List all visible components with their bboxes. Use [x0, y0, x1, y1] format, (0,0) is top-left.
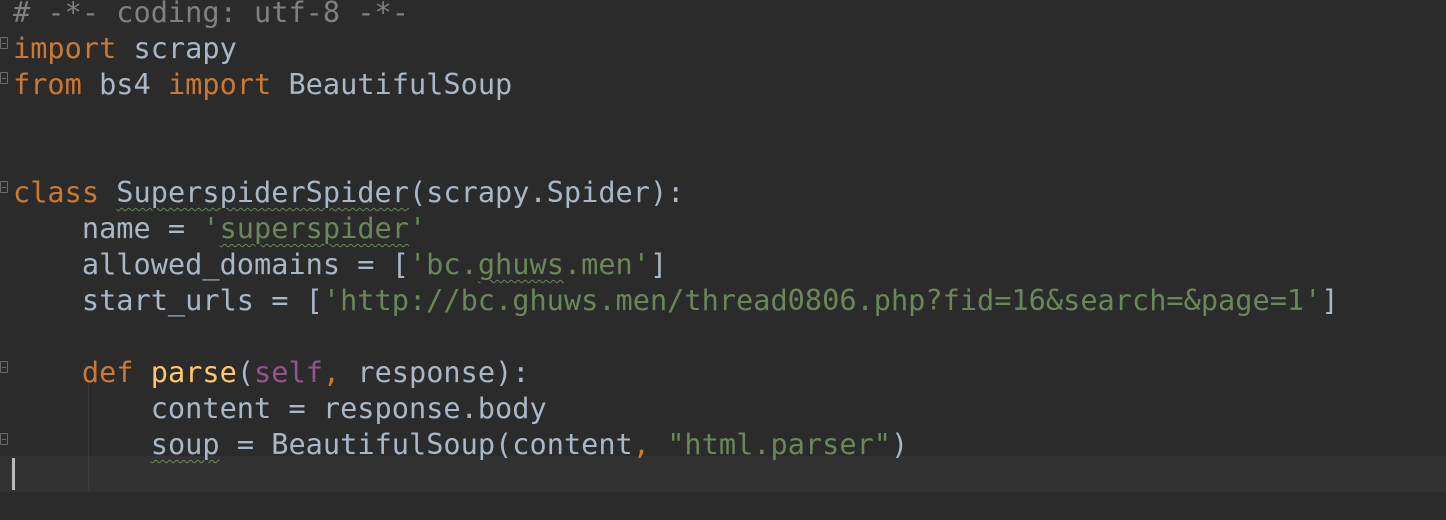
code-line[interactable]: allowed_domains = ['bc.ghuws.men']	[13, 246, 667, 282]
fold-marker-icon[interactable]	[0, 181, 8, 193]
string-token: '	[408, 211, 427, 245]
keyword-token: ,	[322, 355, 341, 389]
code-token: allowed_domains = [	[13, 247, 409, 281]
fold-marker-icon[interactable]	[0, 433, 8, 445]
code-line[interactable]: soup = BeautifulSoup(content, "html.pars…	[13, 426, 909, 462]
gutter	[0, 0, 12, 520]
keyword-token: from	[13, 67, 82, 101]
string-token: '	[202, 211, 220, 245]
keyword-token: import	[13, 31, 117, 65]
string-token: 'http://bc.ghuws.men/thread0806.php?fid=…	[322, 283, 1322, 317]
code-token: response):	[340, 355, 530, 389]
code-token: ]	[1321, 283, 1339, 317]
code-line[interactable]: # -*- coding: utf-8 -*-	[13, 0, 409, 30]
fold-marker-icon[interactable]	[0, 72, 8, 84]
fold-marker-icon[interactable]	[0, 361, 8, 373]
code-line[interactable]: from bs4 import BeautifulSoup	[13, 66, 512, 102]
code-line[interactable]: name = 'superspider'	[13, 210, 426, 246]
string-token: 'bc.	[408, 247, 478, 281]
code-line[interactable]: def parse(self, response):	[13, 354, 530, 390]
code-token: SuperspiderSpider	[116, 175, 409, 209]
code-token: BeautifulSoup	[271, 67, 513, 101]
code-token: bs4	[81, 67, 168, 101]
string-token: ghuws	[477, 247, 564, 281]
keyword-token: class	[13, 175, 100, 209]
code-token: ]	[649, 247, 668, 281]
text-caret	[12, 458, 15, 490]
keyword-token: def	[81, 355, 134, 389]
string-token: superspider	[219, 211, 409, 245]
code-token: soup	[150, 427, 220, 461]
code-token: = BeautifulSoup(content	[219, 427, 633, 461]
code-line[interactable]: class SuperspiderSpider(scrapy.Spider):	[13, 174, 684, 210]
keyword-token: import	[167, 67, 272, 101]
string-token: .men'	[563, 247, 650, 281]
code-line[interactable]: content = response.body	[13, 390, 547, 426]
code-line[interactable]: start_urls = ['http://bc.ghuws.men/threa…	[13, 282, 1339, 318]
string-token: "html.parser"	[667, 427, 892, 461]
self-token: self	[254, 355, 323, 389]
code-token: content = response.body	[13, 391, 547, 425]
code-line[interactable]: import scrapy	[13, 30, 237, 66]
code-token: scrapy	[116, 31, 237, 65]
code-token: name =	[13, 211, 203, 245]
code-editor[interactable]: # -*- coding: utf-8 -*- import scrapy from…	[0, 0, 1446, 520]
keyword-token: ,	[632, 427, 650, 461]
fold-marker-icon[interactable]	[0, 37, 8, 49]
code-token: (scrapy.Spider):	[408, 175, 685, 209]
comment-token: # -*- coding: utf-8 -*-	[13, 0, 409, 29]
code-token: )	[891, 427, 909, 461]
code-token: start_urls = [	[13, 283, 323, 317]
code-token: (	[236, 355, 255, 389]
function-name-token: parse	[150, 355, 237, 389]
